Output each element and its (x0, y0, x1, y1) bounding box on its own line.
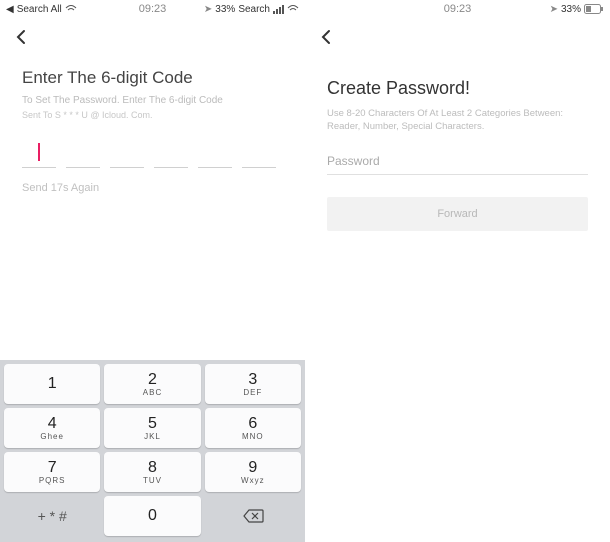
text-cursor (38, 143, 40, 161)
page-subtitle-2: Sent To S * * * U @ Icloud. Com. (22, 110, 283, 120)
location-icon: ➤ (204, 4, 212, 15)
password-placeholder: Password (327, 154, 380, 168)
password-input[interactable]: Password (327, 152, 588, 175)
nav-bar (0, 18, 305, 56)
forward-button[interactable]: Forward (327, 197, 588, 231)
code-input-row[interactable] (22, 138, 283, 168)
code-digit-2[interactable] (66, 138, 100, 168)
screen-enter-code: ◀ Search All 09:23 ➤ 33% Search Enter Th… (0, 0, 305, 542)
back-button[interactable] (317, 28, 335, 46)
location-icon: ➤ (550, 4, 558, 15)
back-app-arrow-icon: ◀ (6, 4, 14, 15)
code-digit-6[interactable] (242, 138, 276, 168)
key-1[interactable]: 1 (4, 364, 100, 404)
key-9[interactable]: 9Wxyz (205, 452, 301, 492)
numeric-keypad: 1 2ABC 3DEF 4Ghee 5JKL 6MNO 7PQRS 8TUV 9… (0, 360, 305, 542)
status-bar: ◀ Search All 09:23 ➤ 33% Search (0, 0, 305, 18)
resend-link[interactable]: Send 17s Again (22, 182, 283, 194)
battery-suffix: Search (238, 4, 270, 15)
content: Enter The 6-digit Code To Set The Passwo… (0, 56, 305, 194)
backspace-icon (242, 508, 264, 524)
page-title: Enter The 6-digit Code (22, 68, 283, 88)
screen-create-password: 09:23 ➤ 33% Create Password! Use 8-20 Ch… (305, 0, 610, 542)
wifi-icon (65, 5, 77, 14)
signal-icon (273, 5, 284, 14)
key-backspace[interactable] (205, 496, 301, 536)
battery-pct: 33% (561, 4, 581, 15)
status-left: ◀ Search All (6, 4, 77, 15)
battery-pct: 33% (215, 4, 235, 15)
status-time: 09:23 (444, 3, 472, 15)
key-3[interactable]: 3DEF (205, 364, 301, 404)
status-time: 09:23 (139, 3, 167, 15)
nav-bar (305, 18, 610, 56)
key-5[interactable]: 5JKL (104, 408, 200, 448)
code-digit-3[interactable] (110, 138, 144, 168)
status-right: ➤ 33% Search (204, 4, 299, 15)
back-app-label: Search All (17, 4, 62, 15)
key-4[interactable]: 4Ghee (4, 408, 100, 448)
code-digit-4[interactable] (154, 138, 188, 168)
status-bar: 09:23 ➤ 33% (305, 0, 610, 18)
key-symbols[interactable]: + * # (4, 496, 100, 536)
key-2[interactable]: 2ABC (104, 364, 200, 404)
key-7[interactable]: 7PQRS (4, 452, 100, 492)
key-6[interactable]: 6MNO (205, 408, 301, 448)
page-subtitle: To Set The Password. Enter The 6-digit C… (22, 94, 283, 108)
key-0[interactable]: 0 (104, 496, 200, 536)
content: Create Password! Use 8-20 Characters Of … (305, 56, 610, 231)
page-title: Create Password! (327, 78, 588, 99)
back-button[interactable] (12, 28, 30, 46)
wifi-icon (287, 5, 299, 14)
status-right: ➤ 33% (550, 4, 604, 15)
battery-icon (584, 4, 604, 14)
code-digit-1[interactable] (22, 138, 56, 168)
code-digit-5[interactable] (198, 138, 232, 168)
page-description: Use 8-20 Characters Of At Least 2 Catego… (327, 107, 588, 134)
key-8[interactable]: 8TUV (104, 452, 200, 492)
